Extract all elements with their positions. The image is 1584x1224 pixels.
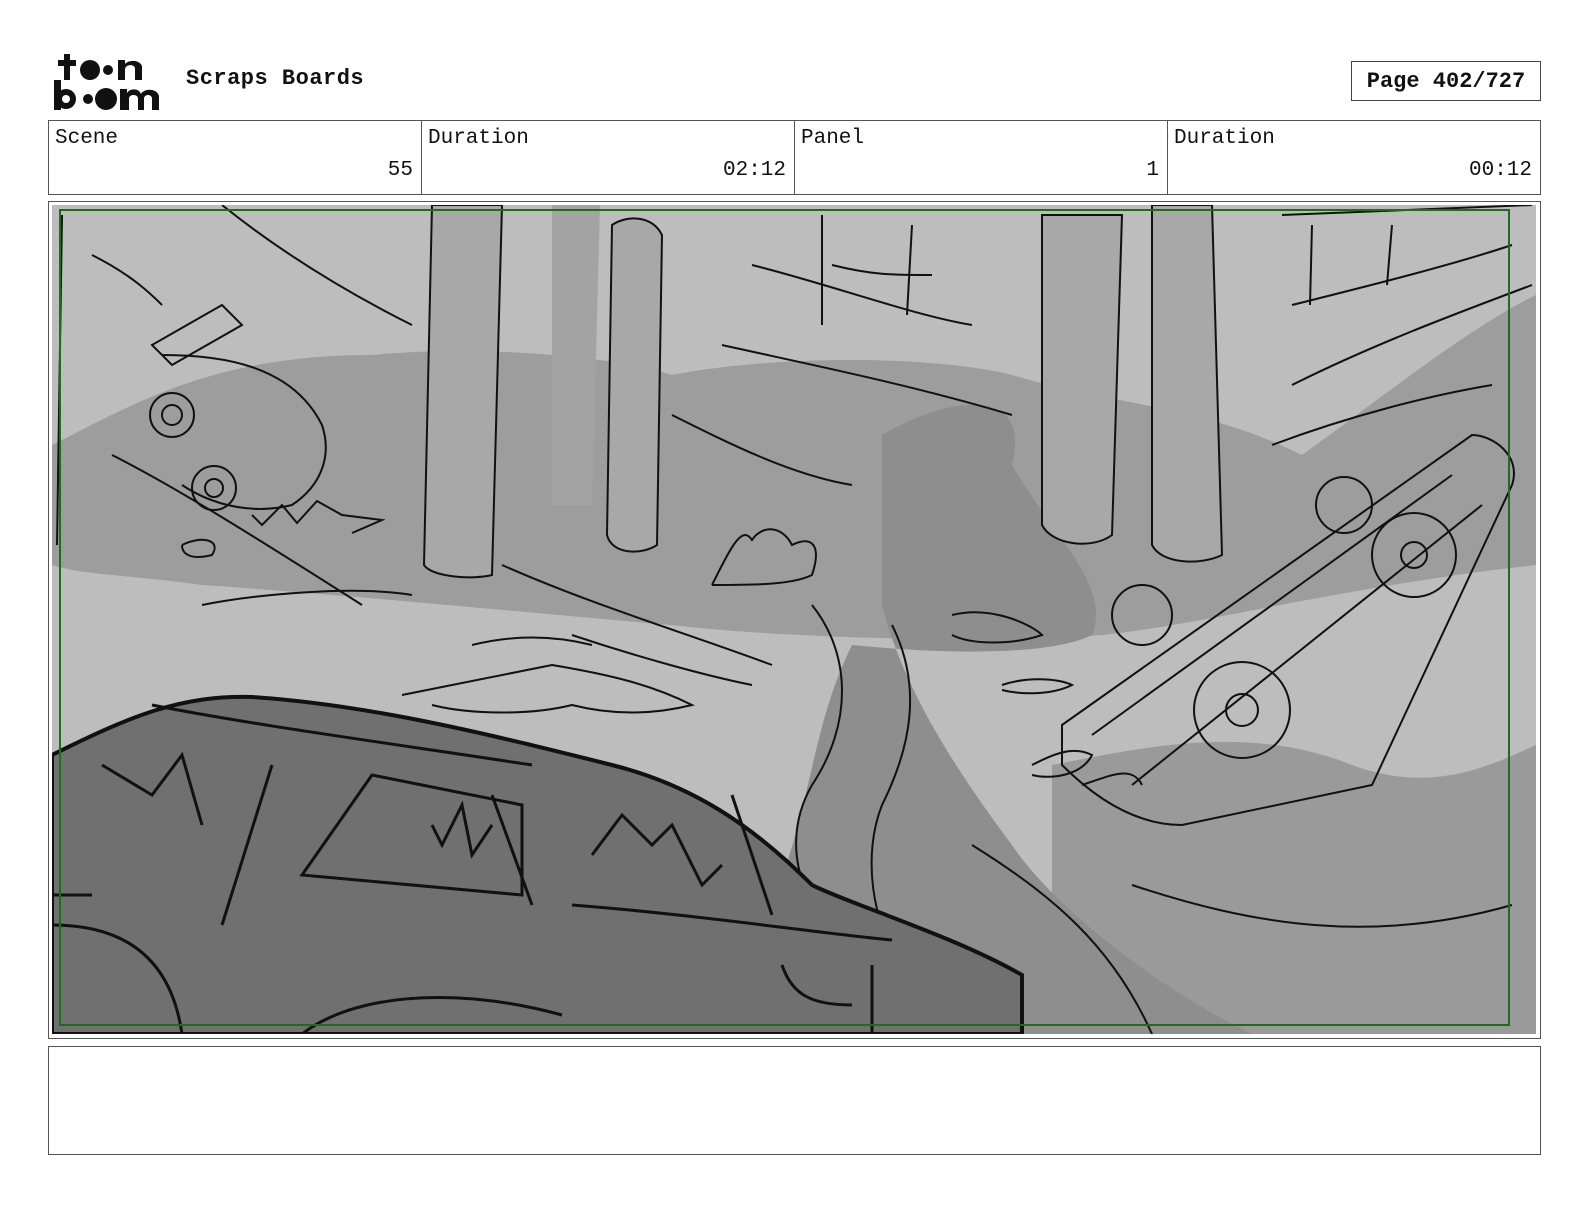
- panel-duration-value: 00:12: [1468, 159, 1532, 182]
- panel-label: Panel: [801, 127, 865, 150]
- panel-duration-label: Duration: [1174, 127, 1275, 150]
- project-title: Scraps Boards: [186, 66, 365, 91]
- panel-value: 1: [1146, 159, 1159, 182]
- scene-value: 55: [387, 159, 413, 182]
- panel-cell: Panel 1: [794, 121, 1167, 194]
- page-number: Page 402/727: [1366, 68, 1526, 94]
- page-number-box: Page 402/727: [1351, 61, 1541, 101]
- scene-duration-label: Duration: [428, 127, 529, 150]
- storyboard-panel: [48, 201, 1541, 1039]
- panel-notes-box: [48, 1046, 1541, 1155]
- scene-duration-cell: Duration 02:12: [421, 121, 794, 194]
- scene-duration-value: 02:12: [722, 159, 786, 182]
- toon-boom-logo: [54, 54, 159, 110]
- panel-duration-cell: Duration 00:12: [1167, 121, 1540, 194]
- scene-cell: Scene 55: [49, 121, 421, 194]
- panel-info-table: Scene 55 Duration 02:12 Panel 1 Duration…: [48, 120, 1541, 195]
- storyboard-sketch: [52, 205, 1536, 1034]
- scene-label: Scene: [55, 127, 119, 150]
